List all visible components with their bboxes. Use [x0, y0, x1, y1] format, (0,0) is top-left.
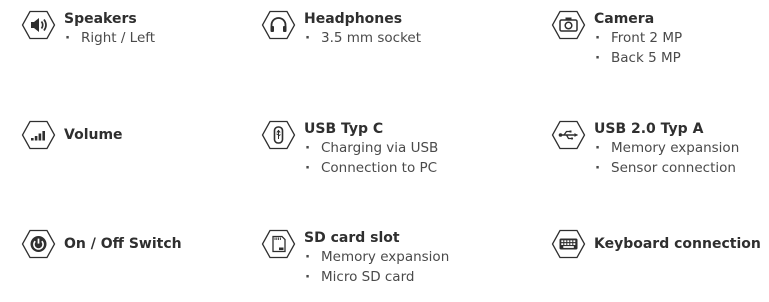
feature-title: SD card slot — [304, 230, 400, 246]
feature-title: On / Off Switch — [64, 236, 182, 252]
feature-item: Front 2 MP — [594, 28, 682, 48]
camera-icon — [551, 10, 586, 40]
keyboard-icon — [551, 229, 586, 259]
volume-icon — [21, 120, 56, 150]
usb-c-icon — [261, 120, 296, 150]
feature-item: Right / Left — [64, 28, 155, 48]
feature-item: Connection to PC — [304, 158, 438, 178]
feature-title: Volume — [64, 127, 123, 143]
feature-item: 3.5 mm socket — [304, 28, 421, 48]
feature-title: Keyboard connection — [594, 236, 761, 252]
power-icon — [21, 229, 56, 259]
feature-item: Back 5 MP — [594, 48, 682, 68]
feature-item: Memory expansion — [594, 138, 739, 158]
headphones-icon — [261, 10, 296, 40]
sd-card-icon — [261, 229, 296, 259]
feature-title: USB Typ C — [304, 121, 384, 137]
feature-title: Speakers — [64, 11, 137, 27]
feature-usb-c: USB Typ C Charging via USB Connection to… — [261, 120, 438, 178]
feature-camera: Camera Front 2 MP Back 5 MP — [551, 10, 682, 68]
feature-item: Micro SD card — [304, 267, 449, 287]
feature-keyboard: Keyboard connection — [551, 229, 761, 259]
feature-headphones: Headphones 3.5 mm socket — [261, 10, 421, 48]
feature-usb-a: USB 2.0 Typ A Memory expansion Sensor co… — [551, 120, 739, 178]
feature-item: Memory expansion — [304, 247, 449, 267]
feature-item: Charging via USB — [304, 138, 438, 158]
feature-power: On / Off Switch — [21, 229, 182, 259]
feature-volume: Volume — [21, 120, 123, 150]
usb-icon — [551, 120, 586, 150]
speaker-icon — [21, 10, 56, 40]
feature-speakers: Speakers Right / Left — [21, 10, 155, 48]
feature-title: USB 2.0 Typ A — [594, 121, 704, 137]
feature-title: Headphones — [304, 11, 403, 27]
feature-title: Camera — [594, 11, 655, 27]
feature-sd-card: SD card slot Memory expansion Micro SD c… — [261, 229, 449, 287]
feature-item: Sensor connection — [594, 158, 739, 178]
